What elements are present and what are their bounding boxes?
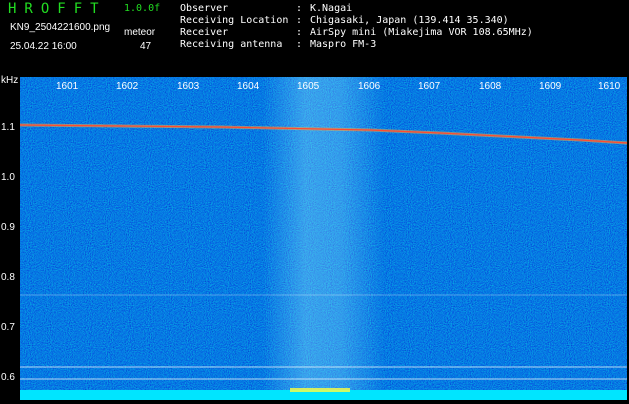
y-tick-label: 0.6 xyxy=(1,372,15,383)
info-separator: : xyxy=(296,3,303,14)
info-label: Observer xyxy=(180,3,229,14)
y-tick-label: 1.1 xyxy=(1,122,15,133)
x-tick-label: 1609 xyxy=(539,81,562,92)
x-tick-label: 1602 xyxy=(116,81,139,92)
x-tick-label: 1604 xyxy=(237,81,260,92)
app-title: HROFFT xyxy=(8,1,107,17)
app-version: 1.0.0f xyxy=(124,3,161,14)
station-info: Observer: K.Nagai Receiving Location: Chig… xyxy=(180,3,533,51)
info-value: AirSpy mini (Miakejima VOR 108.65MHz) xyxy=(310,27,533,38)
info-row-observer: Observer: K.Nagai xyxy=(180,3,533,15)
x-tick-label: 1601 xyxy=(56,81,79,92)
y-axis: kHz 1.1 1.0 0.9 0.8 0.7 0.6 xyxy=(0,75,20,400)
info-separator: : xyxy=(296,27,303,38)
info-value: Chigasaki, Japan (139.414 35.340) xyxy=(310,15,509,26)
info-label: Receiving Location xyxy=(180,15,289,26)
y-tick-label: 0.8 xyxy=(1,272,15,283)
y-axis-unit: kHz xyxy=(1,75,19,86)
info-label: Receiver xyxy=(180,27,229,38)
y-tick-label: 0.7 xyxy=(1,322,15,333)
info-row-location: Receiving Location: Chigasaki, Japan (139… xyxy=(180,15,533,27)
x-tick-label: 1607 xyxy=(418,81,441,92)
capture-mode: meteor xyxy=(124,27,156,38)
x-tick-label: 1608 xyxy=(479,81,502,92)
spectrogram-svg: 1601 1602 1603 1604 1605 1606 1607 1608 … xyxy=(19,77,628,400)
x-tick-label: 1605 xyxy=(297,81,320,92)
info-value: K.Nagai xyxy=(310,3,353,14)
capture-datetime: 25.04.22 16:00 xyxy=(10,41,77,52)
spectrogram: 1601 1602 1603 1604 1605 1606 1607 1608 … xyxy=(19,77,628,400)
y-tick-label: 1.0 xyxy=(1,172,15,183)
x-tick-label: 1610 xyxy=(598,81,621,92)
info-label: Receiving antenna xyxy=(180,39,283,50)
baseline-band-hot xyxy=(290,388,350,392)
info-separator: : xyxy=(296,15,303,26)
x-tick-label: 1603 xyxy=(177,81,200,92)
header: HROFFT 1.0.0f KN9_2504221600.png meteor … xyxy=(0,0,629,75)
info-row-antenna: Receiving antenna: Maspro FM-3 xyxy=(180,39,533,51)
meteor-count: 47 xyxy=(140,41,152,52)
info-value: Maspro FM-3 xyxy=(310,39,377,50)
info-row-receiver: Receiver: AirSpy mini (Miakejima VOR 108.… xyxy=(180,27,533,39)
y-tick-label: 0.9 xyxy=(1,222,15,233)
capture-filename: KN9_2504221600.png xyxy=(10,22,111,33)
info-separator: : xyxy=(296,39,303,50)
x-tick-label: 1606 xyxy=(358,81,381,92)
